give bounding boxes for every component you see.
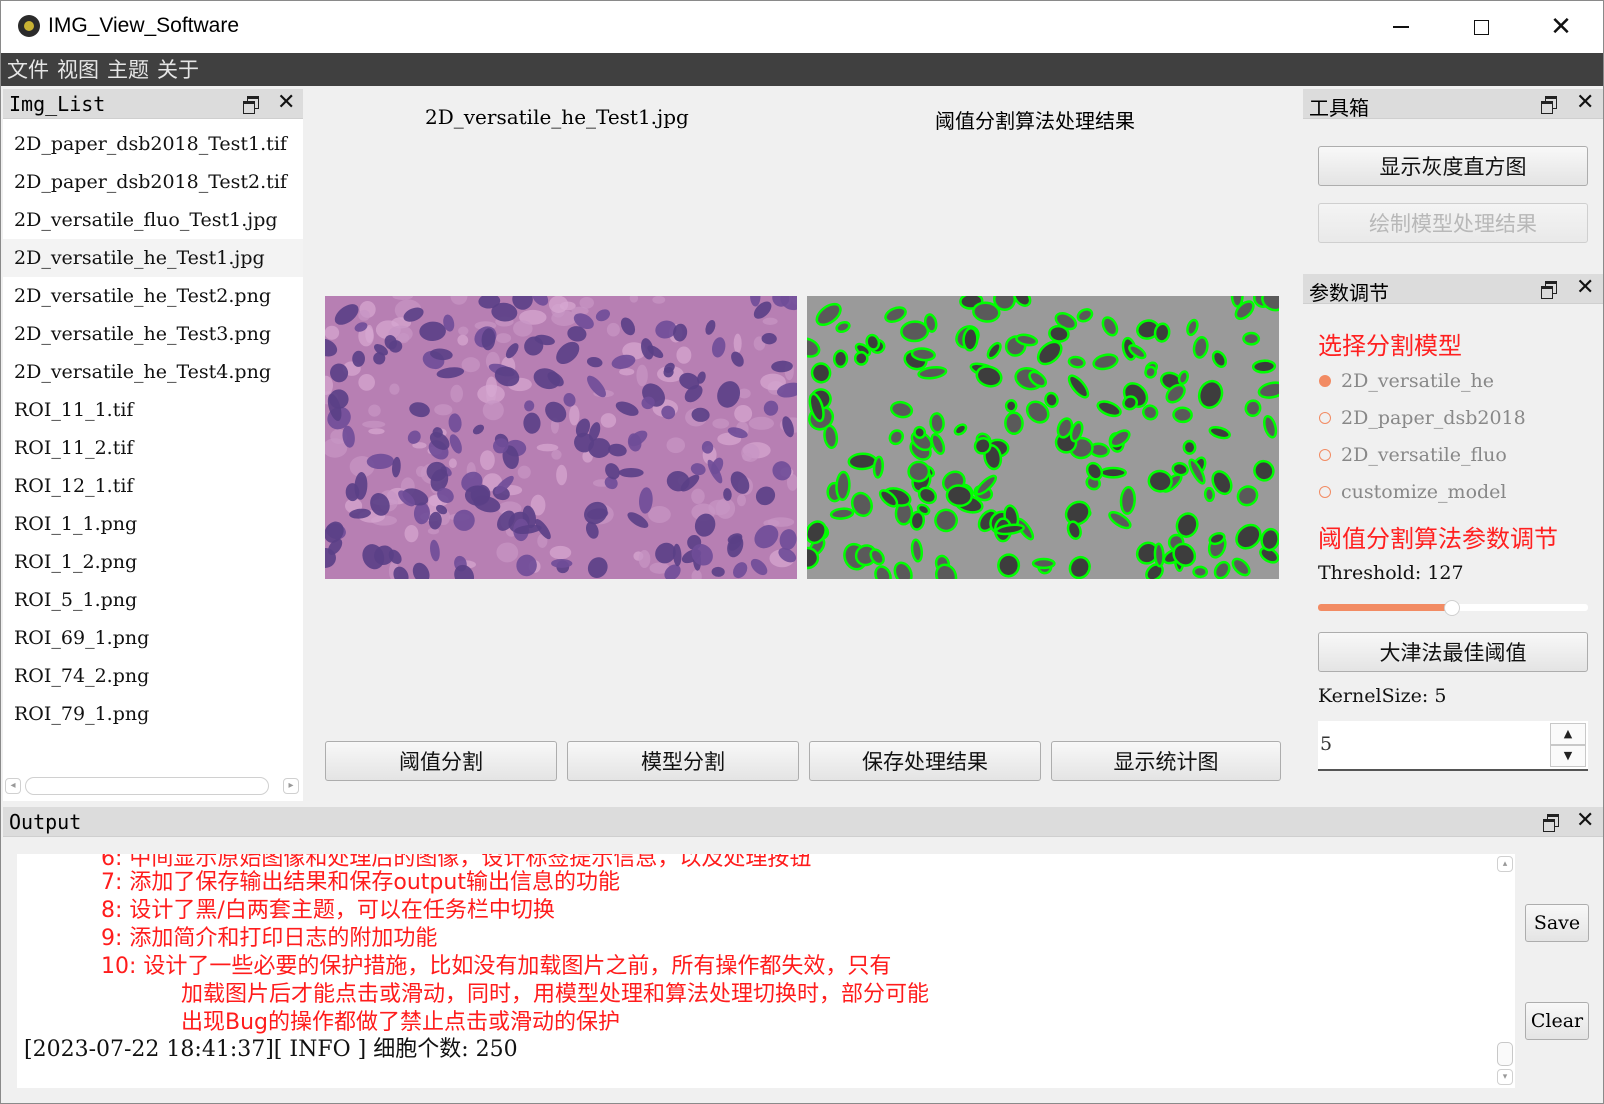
radio-model-dsb2018[interactable] bbox=[1319, 412, 1331, 424]
dock-close-icon[interactable]: ✕ bbox=[1576, 90, 1594, 115]
threshold-slider[interactable] bbox=[1318, 600, 1588, 616]
menu-view[interactable]: 视图 bbox=[57, 55, 99, 86]
app-logo-icon bbox=[18, 15, 40, 37]
draw-model-result-button[interactable]: 绘制模型处理结果 bbox=[1318, 203, 1588, 243]
original-he-image bbox=[325, 296, 797, 579]
radio-model-custom[interactable] bbox=[1319, 486, 1331, 498]
save-log-button[interactable]: Save bbox=[1525, 904, 1589, 942]
algo-section-heading: 阈值分割算法参数调节 bbox=[1318, 525, 1558, 553]
list-item[interactable]: ROI_11_1.tif bbox=[3, 391, 303, 429]
spin-down-icon[interactable]: ▼ bbox=[1550, 745, 1586, 767]
maximize-icon bbox=[1473, 19, 1489, 35]
image-list: 2D_paper_dsb2018_Test1.tif 2D_paper_dsb2… bbox=[3, 119, 303, 801]
output-title: Output bbox=[9, 810, 82, 834]
slider-fill bbox=[1318, 604, 1453, 611]
maximize-button[interactable] bbox=[1441, 1, 1521, 53]
scroll-down-icon[interactable]: ▾ bbox=[1497, 1069, 1513, 1085]
img-list-dock-header: Img_List ✕ bbox=[3, 89, 303, 119]
output-dock-header: Output ✕ bbox=[3, 807, 1603, 837]
show-histogram-button[interactable]: 显示灰度直方图 bbox=[1318, 146, 1588, 186]
list-item[interactable]: ROI_79_1.png bbox=[3, 695, 303, 733]
radio-model-he[interactable] bbox=[1319, 375, 1331, 387]
scroll-left-icon[interactable]: ◂ bbox=[5, 778, 21, 794]
toolbox-title: 工具箱 bbox=[1309, 96, 1369, 120]
radio-label[interactable]: 2D_paper_dsb2018 bbox=[1341, 407, 1526, 429]
menu-theme[interactable]: 主题 bbox=[107, 55, 149, 86]
params-title: 参数调节 bbox=[1309, 281, 1389, 305]
dock-close-icon[interactable]: ✕ bbox=[1576, 275, 1594, 300]
model-section-heading: 选择分割模型 bbox=[1318, 332, 1462, 360]
spin-up-icon[interactable]: ▲ bbox=[1550, 723, 1586, 745]
scroll-right-icon[interactable]: ▸ bbox=[283, 778, 299, 794]
scrollbar-thumb[interactable] bbox=[1497, 1042, 1513, 1066]
title-bar: IMG_View_Software ✕ bbox=[1, 1, 1603, 53]
scroll-up-icon[interactable]: ▴ bbox=[1497, 856, 1513, 872]
toolbox-dock-header: 工具箱 ✕ bbox=[1303, 89, 1603, 120]
list-item[interactable]: 2D_paper_dsb2018_Test2.tif bbox=[3, 163, 303, 201]
menu-bar: 文件 视图 主题 关于 bbox=[1, 53, 1603, 86]
clear-log-button[interactable]: Clear bbox=[1525, 1002, 1589, 1040]
original-image-caption: 2D_versatile_he_Test1.jpg bbox=[425, 105, 689, 129]
radio-label[interactable]: 2D_versatile_he bbox=[1341, 370, 1494, 392]
list-item[interactable]: 2D_versatile_he_Test3.png bbox=[3, 315, 303, 353]
threshold-result-image bbox=[807, 296, 1279, 579]
list-item[interactable]: 2D_paper_dsb2018_Test1.tif bbox=[3, 125, 303, 163]
menu-about[interactable]: 关于 bbox=[157, 55, 199, 86]
radio-label[interactable]: customize_model bbox=[1341, 481, 1507, 503]
list-item[interactable]: 2D_versatile_fluo_Test1.jpg bbox=[3, 201, 303, 239]
dock-float-icon[interactable] bbox=[1541, 281, 1557, 299]
radio-label[interactable]: 2D_versatile_fluo bbox=[1341, 444, 1507, 466]
spinbox-value[interactable]: 5 bbox=[1320, 733, 1332, 755]
show-stats-chart-button[interactable]: 显示统计图 bbox=[1051, 741, 1281, 781]
dock-float-icon[interactable] bbox=[243, 96, 259, 114]
kernel-size-spinbox[interactable]: 5 ▲ ▼ bbox=[1318, 721, 1588, 771]
horizontal-scrollbar[interactable]: ◂ ▸ bbox=[3, 773, 303, 799]
dock-close-icon[interactable]: ✕ bbox=[277, 90, 295, 115]
window-title: IMG_View_Software bbox=[48, 14, 240, 37]
dock-float-icon[interactable] bbox=[1541, 96, 1557, 114]
output-log[interactable]: 6: 中间显示原始图像和处理后的图像，设计标签提示信息，以及处理按钮 7: 添加… bbox=[17, 854, 1495, 1088]
list-item[interactable]: 2D_versatile_he_Test4.png bbox=[3, 353, 303, 391]
model-segment-button[interactable]: 模型分割 bbox=[567, 741, 799, 781]
close-button[interactable]: ✕ bbox=[1521, 1, 1601, 53]
list-item[interactable]: ROI_5_1.png bbox=[3, 581, 303, 619]
list-item[interactable]: ROI_12_1.tif bbox=[3, 467, 303, 505]
list-item[interactable]: 2D_versatile_he_Test2.png bbox=[3, 277, 303, 315]
list-item-selected[interactable]: 2D_versatile_he_Test1.jpg bbox=[3, 239, 303, 277]
params-dock-header: 参数调节 ✕ bbox=[1303, 274, 1603, 305]
list-item[interactable]: ROI_74_2.png bbox=[3, 657, 303, 695]
threshold-segment-button[interactable]: 阈值分割 bbox=[325, 741, 557, 781]
dock-close-icon[interactable]: ✕ bbox=[1576, 808, 1594, 833]
save-result-button[interactable]: 保存处理结果 bbox=[809, 741, 1041, 781]
radio-model-fluo[interactable] bbox=[1319, 449, 1331, 461]
scrollbar-thumb[interactable] bbox=[25, 777, 269, 795]
result-image-caption: 阈值分割算法处理结果 bbox=[935, 109, 1135, 133]
info-log-line: [2023-07-22 18:41:37][ INFO ] 细胞个数: 250 bbox=[24, 1037, 518, 1062]
threshold-label: Threshold: 127 bbox=[1318, 562, 1464, 584]
list-item[interactable]: ROI_69_1.png bbox=[3, 619, 303, 657]
otsu-threshold-button[interactable]: 大津法最佳阈值 bbox=[1318, 632, 1588, 672]
output-vertical-scrollbar[interactable]: ▴ ▾ bbox=[1495, 854, 1515, 1088]
img-list-title: Img_List bbox=[9, 92, 106, 116]
close-icon: ✕ bbox=[1550, 12, 1572, 42]
dock-float-icon[interactable] bbox=[1543, 814, 1559, 832]
main-window: IMG_View_Software ✕ 文件 视图 主题 关于 Img_List… bbox=[0, 0, 1604, 1104]
spin-buttons: ▲ ▼ bbox=[1550, 723, 1586, 767]
minimize-icon bbox=[1393, 26, 1409, 28]
menu-file[interactable]: 文件 bbox=[7, 55, 49, 86]
list-item[interactable]: ROI_1_2.png bbox=[3, 543, 303, 581]
kernel-size-label: KernelSize: 5 bbox=[1318, 685, 1447, 707]
minimize-button[interactable] bbox=[1361, 1, 1441, 53]
slider-handle[interactable] bbox=[1444, 600, 1461, 616]
list-item[interactable]: ROI_1_1.png bbox=[3, 505, 303, 543]
list-item[interactable]: ROI_11_2.tif bbox=[3, 429, 303, 467]
